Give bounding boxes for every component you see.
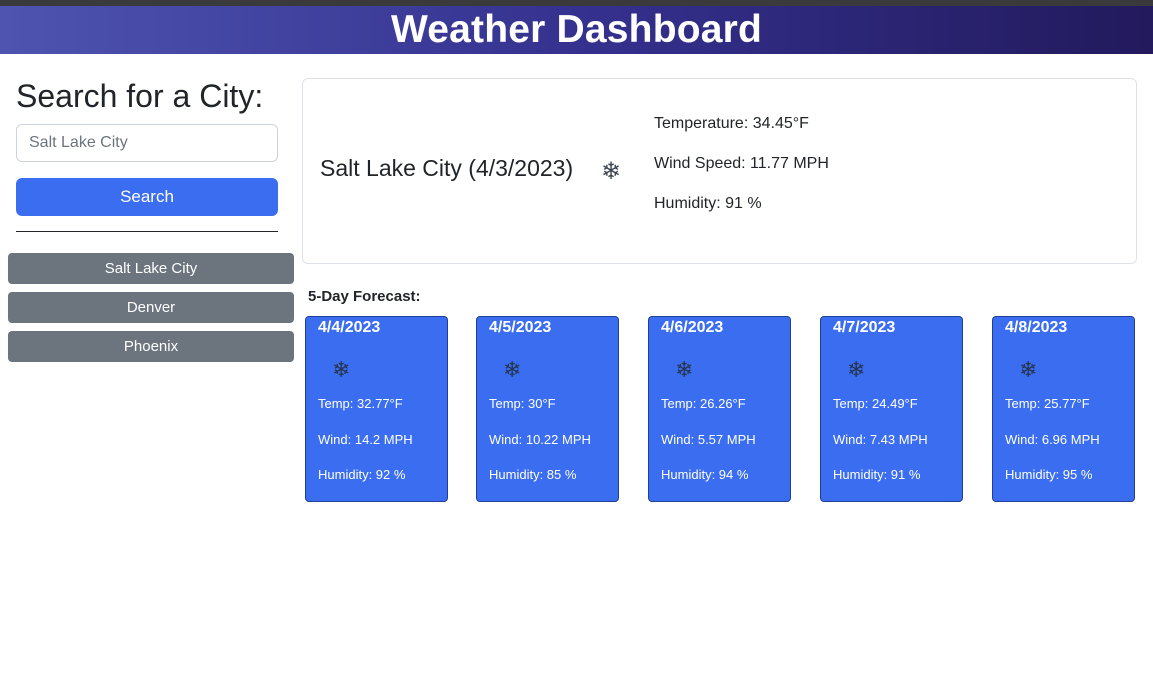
current-wind-speed: Wind Speed: 11.77 MPH bbox=[654, 155, 829, 172]
search-button[interactable]: Search bbox=[16, 178, 278, 216]
forecast-heading: 5-Day Forecast: bbox=[308, 288, 421, 305]
snowflake-icon: ❄ bbox=[332, 357, 351, 382]
city-search-input[interactable] bbox=[16, 124, 278, 162]
forecast-date: 4/8/2023 bbox=[1005, 319, 1068, 336]
snowflake-icon: ❄ bbox=[1019, 357, 1038, 382]
forecast-wind: Wind: 5.57 MPH bbox=[661, 432, 756, 447]
forecast-card: 4/8/2023 ❄ Temp: 25.77°F Wind: 6.96 MPH … bbox=[992, 316, 1135, 502]
forecast-humidity: Humidity: 91 % bbox=[833, 467, 921, 482]
forecast-date: 4/5/2023 bbox=[489, 319, 552, 336]
app-header: Weather Dashboard bbox=[0, 6, 1153, 54]
forecast-date: 4/6/2023 bbox=[661, 319, 724, 336]
forecast-wind: Wind: 10.22 MPH bbox=[489, 432, 591, 447]
forecast-humidity: Humidity: 95 % bbox=[1005, 467, 1093, 482]
page-title: Weather Dashboard bbox=[390, 8, 763, 51]
history-button-phoenix[interactable]: Phoenix bbox=[8, 331, 294, 362]
history-button-denver[interactable]: Denver bbox=[8, 292, 294, 323]
snowflake-icon: ❄ bbox=[503, 357, 522, 382]
forecast-wind: Wind: 14.2 MPH bbox=[318, 432, 413, 447]
forecast-wind: Wind: 6.96 MPH bbox=[1005, 432, 1100, 447]
forecast-card: 4/6/2023 ❄ Temp: 26.26°F Wind: 5.57 MPH … bbox=[648, 316, 791, 502]
snowflake-icon: ❄ bbox=[601, 158, 622, 185]
forecast-temp: Temp: 26.26°F bbox=[661, 396, 746, 411]
forecast-date: 4/7/2023 bbox=[833, 319, 896, 336]
forecast-date: 4/4/2023 bbox=[318, 319, 381, 336]
current-stats: Temperature: 34.45°F Wind Speed: 11.77 M… bbox=[654, 115, 829, 235]
search-divider bbox=[16, 231, 278, 232]
snowflake-icon: ❄ bbox=[675, 357, 694, 382]
forecast-card: 4/4/2023 ❄ Temp: 32.77°F Wind: 14.2 MPH … bbox=[305, 316, 448, 502]
forecast-humidity: Humidity: 92 % bbox=[318, 467, 406, 482]
forecast-humidity: Humidity: 94 % bbox=[661, 467, 749, 482]
forecast-temp: Temp: 24.49°F bbox=[833, 396, 918, 411]
forecast-card: 4/7/2023 ❄ Temp: 24.49°F Wind: 7.43 MPH … bbox=[820, 316, 963, 502]
current-humidity: Humidity: 91 % bbox=[654, 195, 762, 212]
forecast-wind: Wind: 7.43 MPH bbox=[833, 432, 928, 447]
search-history: Salt Lake City Denver Phoenix bbox=[8, 253, 294, 370]
forecast-temp: Temp: 32.77°F bbox=[318, 396, 403, 411]
forecast-humidity: Humidity: 85 % bbox=[489, 467, 577, 482]
current-temperature: Temperature: 34.45°F bbox=[654, 115, 809, 132]
forecast-temp: Temp: 25.77°F bbox=[1005, 396, 1090, 411]
snowflake-icon: ❄ bbox=[847, 357, 866, 382]
forecast-temp: Temp: 30°F bbox=[489, 396, 556, 411]
search-heading: Search for a City: bbox=[16, 78, 264, 114]
current-weather-card: Salt Lake City (4/3/2023) ❄ Temperature:… bbox=[302, 78, 1137, 264]
history-button-salt-lake-city[interactable]: Salt Lake City bbox=[8, 253, 294, 284]
current-city-date: Salt Lake City (4/3/2023) bbox=[320, 155, 574, 181]
forecast-card: 4/5/2023 ❄ Temp: 30°F Wind: 10.22 MPH Hu… bbox=[476, 316, 619, 502]
